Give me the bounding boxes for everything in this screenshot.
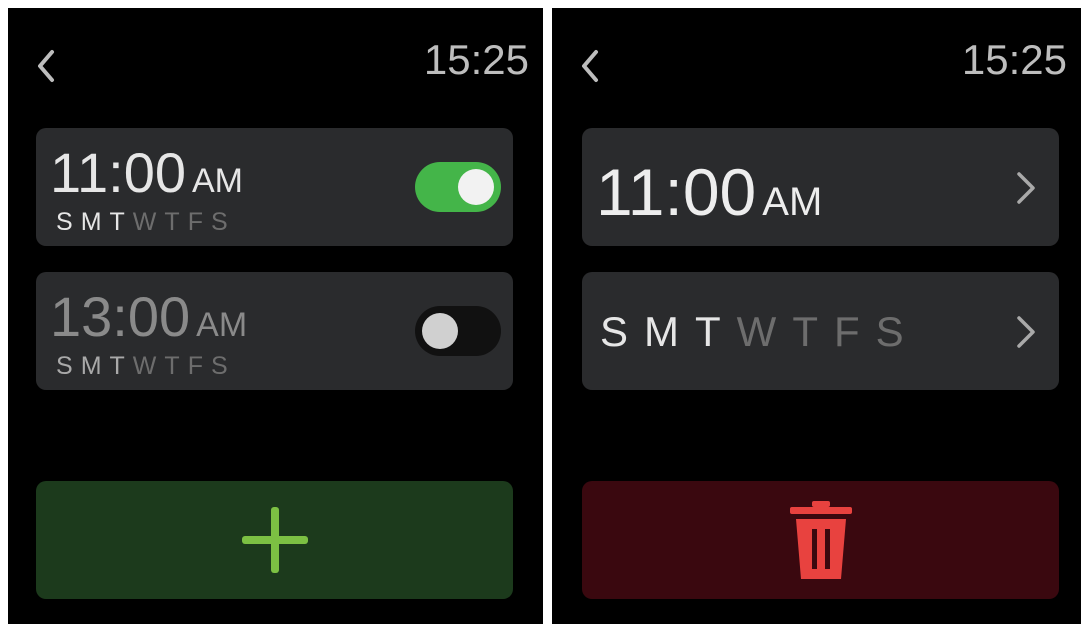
alarm-detail-screen: 15:25 11:00 AM SMTWTFS <box>552 8 1081 624</box>
day-thursday: T <box>164 208 182 236</box>
alarm-ampm: AM <box>762 180 823 224</box>
day-tuesday: T <box>695 308 725 355</box>
day-monday: M <box>644 308 684 355</box>
alarm-time: 11:00 <box>596 155 757 229</box>
chevron-right-icon <box>1017 172 1035 204</box>
day-tuesday: T <box>109 352 127 380</box>
day-sunday: S <box>600 308 633 355</box>
day-friday: F <box>187 352 205 380</box>
alarm-time: 13:00 <box>50 285 191 348</box>
alarm-days: SMTWTFS <box>56 208 236 237</box>
chevron-right-icon <box>1017 316 1035 348</box>
day-thursday: T <box>164 352 182 380</box>
alarm-ampm: AM <box>191 162 243 200</box>
day-wednesday: W <box>132 352 159 380</box>
alarm-ampm: AM <box>196 306 248 344</box>
alarm-card-1[interactable]: 11:00 AM SMTWTFS <box>36 128 513 246</box>
day-monday: M <box>80 208 104 236</box>
alarm-days: SMTWTFS <box>600 308 920 356</box>
alarm-days: SMTWTFS <box>56 352 236 381</box>
status-clock: 15:25 <box>961 36 1067 83</box>
back-chevron-icon[interactable] <box>32 46 62 86</box>
day-sunday: S <box>56 208 75 236</box>
trash-icon <box>789 501 852 579</box>
day-thursday: T <box>792 308 822 355</box>
day-wednesday: W <box>736 308 781 355</box>
toggle-knob <box>458 169 494 205</box>
status-clock: 15:25 <box>423 36 529 83</box>
day-friday: F <box>187 208 205 236</box>
alarm-toggle[interactable] <box>415 162 501 212</box>
alarm-card-2[interactable]: 13:00 AM SMTWTFS <box>36 272 513 390</box>
repeat-days-row[interactable]: SMTWTFS <box>582 272 1059 390</box>
alarm-time: 11:00 <box>50 141 186 204</box>
plus-icon <box>241 507 308 573</box>
day-wednesday: W <box>132 208 159 236</box>
day-saturday: S <box>210 352 230 380</box>
day-tuesday: T <box>109 208 127 236</box>
alarm-toggle[interactable] <box>415 306 501 356</box>
day-sunday: S <box>56 352 75 380</box>
add-alarm-button[interactable] <box>36 481 513 599</box>
back-chevron-icon[interactable] <box>576 46 606 86</box>
delete-alarm-button[interactable] <box>582 481 1059 599</box>
toggle-knob <box>422 313 458 349</box>
day-saturday: S <box>875 308 908 355</box>
day-friday: F <box>833 308 864 355</box>
day-saturday: S <box>210 208 230 236</box>
day-monday: M <box>80 352 104 380</box>
time-row[interactable]: 11:00 AM <box>582 128 1059 246</box>
alarm-list-screen: 15:25 11:00 AM SMTWTFS 13:00 AM SMTWTFS <box>8 8 543 624</box>
